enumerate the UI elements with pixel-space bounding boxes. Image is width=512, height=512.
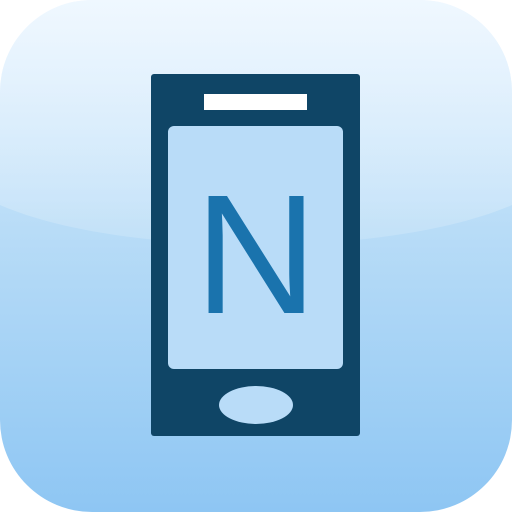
app-icon[interactable]: N	[0, 0, 512, 512]
app-icon-graphic: N	[0, 0, 512, 512]
phone-home-button	[219, 386, 293, 424]
phone-speaker	[204, 94, 307, 110]
screen-letter: N	[195, 160, 318, 350]
